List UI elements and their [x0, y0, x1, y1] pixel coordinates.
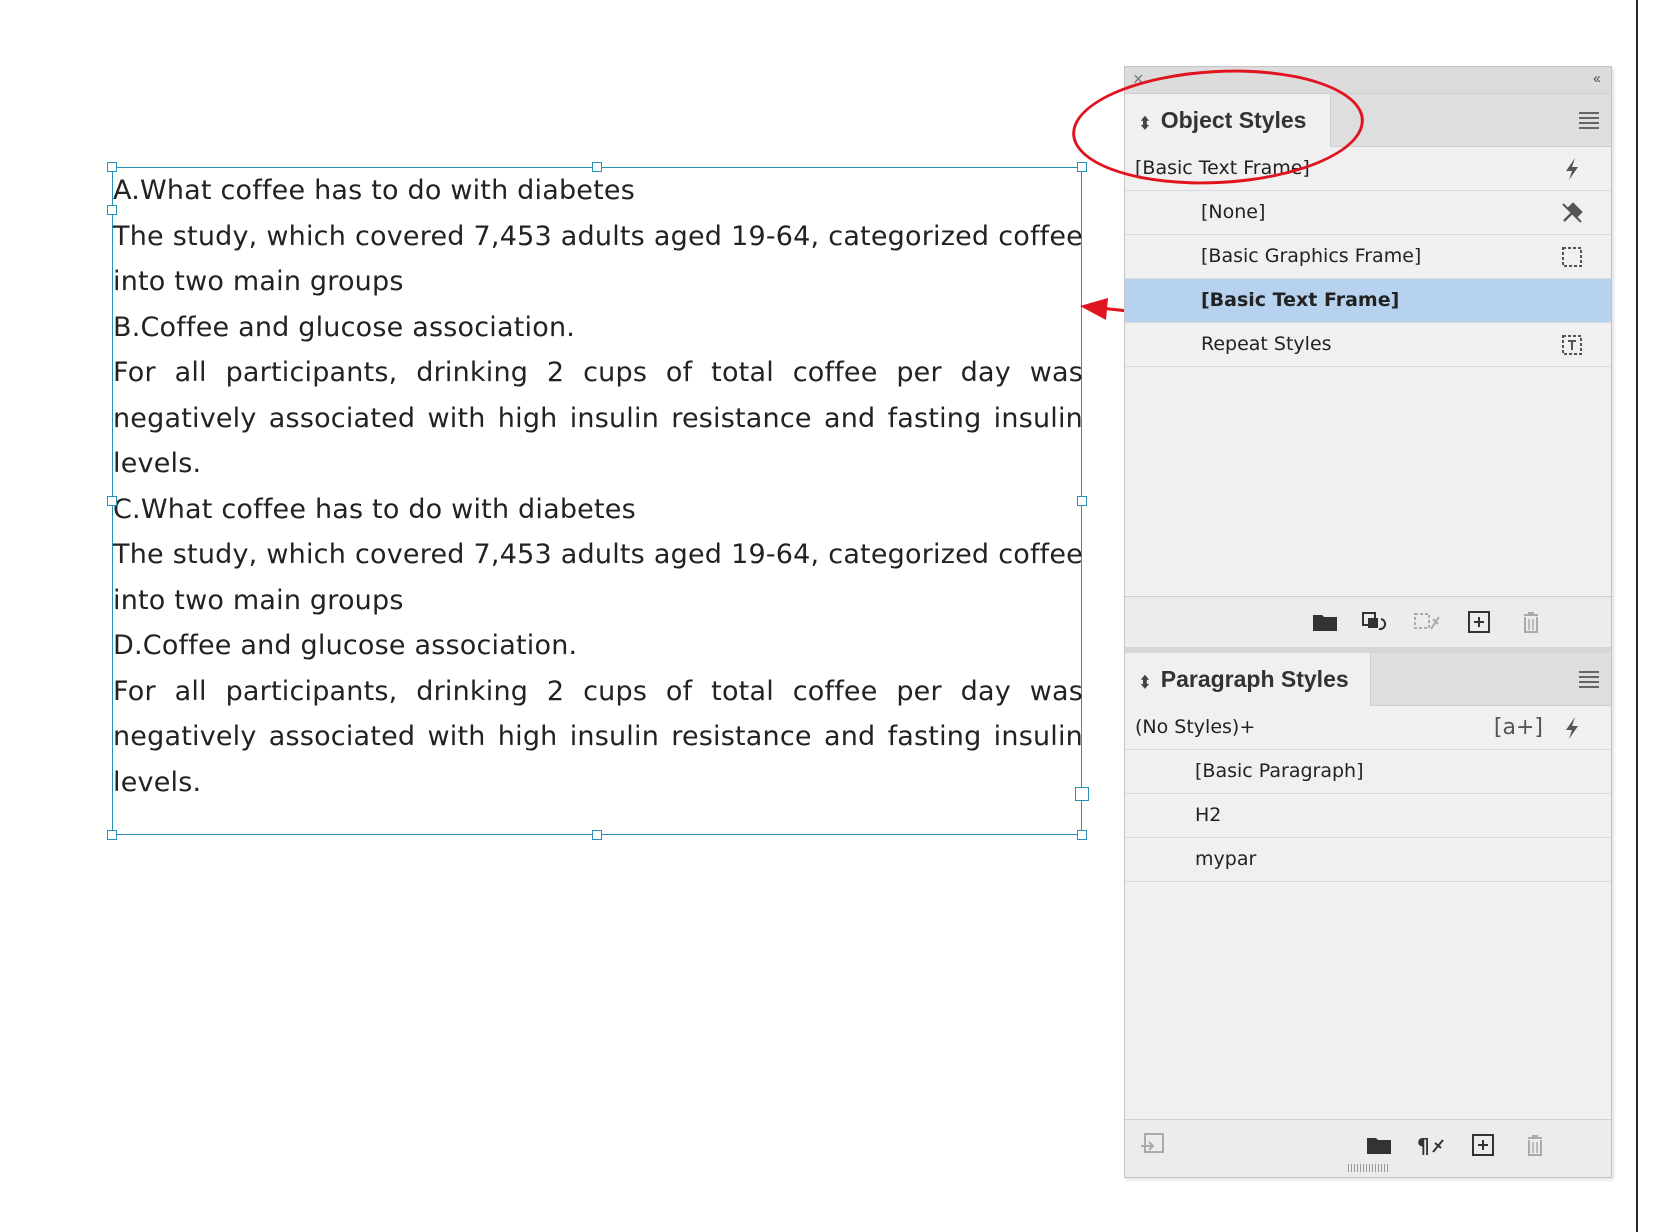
- list-item-label: [Basic Graphics Frame]: [1201, 245, 1422, 267]
- paragraph-d-body: For all participants, drinking 2 cups of…: [113, 675, 1083, 798]
- new-group-folder-icon[interactable]: [1365, 1132, 1393, 1158]
- tab-paragraph-styles[interactable]: ⬍ Paragraph Styles: [1125, 653, 1371, 706]
- new-style-icon[interactable]: [1469, 1132, 1497, 1158]
- clear-overrides-icon[interactable]: [1361, 609, 1389, 635]
- svg-text:¶: ¶: [1417, 1134, 1430, 1158]
- list-item[interactable]: Repeat Styles: [1125, 323, 1611, 367]
- paragraph-a-heading: A.What coffee has to do with diabetes: [113, 175, 635, 206]
- clear-overrides-icon[interactable]: ¶: [1417, 1132, 1445, 1158]
- current-paragraph-style: (No Styles)+: [1135, 716, 1256, 738]
- paragraph-a-body: The study, which covered 7,453 adults ag…: [113, 220, 1083, 298]
- paragraph-c-heading: C.What coffee has to do with diabetes: [113, 493, 636, 525]
- none-style-icon: [1562, 202, 1583, 223]
- list-item-label: mypar: [1195, 848, 1257, 870]
- callout-arrow: [1080, 298, 1129, 320]
- handle-top-middle[interactable]: [592, 162, 602, 172]
- handle-bottom-left[interactable]: [107, 830, 117, 840]
- handle-middle-right[interactable]: [1077, 496, 1087, 506]
- handle-bottom-right[interactable]: [1077, 830, 1087, 840]
- paragraph-c-body: The study, which covered 7,453 adults ag…: [113, 539, 1083, 616]
- text-frame[interactable]: A.What coffee has to do with diabetes Th…: [112, 167, 1083, 835]
- object-styles-list: [Basic Text Frame] [None] [Basic Graphic…: [1125, 147, 1611, 619]
- collapse-icon[interactable]: ‹‹: [1593, 70, 1601, 87]
- panel-menu-icon[interactable]: [1579, 112, 1599, 129]
- text-frame-icon: [1562, 335, 1582, 355]
- delete-style-icon[interactable]: [1517, 609, 1545, 635]
- clear-attributes-icon[interactable]: [1413, 609, 1441, 635]
- list-item-label: [None]: [1201, 201, 1266, 223]
- current-paragraph-style-row: (No Styles)+ [a+]: [1125, 706, 1611, 750]
- graphics-frame-icon: [1562, 247, 1582, 267]
- list-item[interactable]: [Basic Graphics Frame]: [1125, 235, 1611, 279]
- handle-top-right[interactable]: [1077, 162, 1087, 172]
- list-item[interactable]: H2: [1125, 794, 1611, 838]
- paragraph-b-heading: B.Coffee and glucose association.: [113, 311, 576, 343]
- quick-apply-icon[interactable]: [1559, 156, 1585, 182]
- new-style-from-text-icon[interactable]: [a+]: [1494, 706, 1543, 749]
- styles-panel: × ‹‹ ⬍ Object Styles [Basic Text Frame] […: [1124, 66, 1612, 1178]
- quick-apply-icon[interactable]: [1559, 715, 1585, 741]
- frame-text[interactable]: A.What coffee has to do with diabetes Th…: [113, 168, 1083, 805]
- paragraph-styles-list: (No Styles)+ [a+] [Basic Paragraph] H2 m…: [1125, 706, 1611, 1176]
- list-item[interactable]: [Basic Paragraph]: [1125, 750, 1611, 794]
- object-styles-footer: [1125, 596, 1611, 647]
- paragraph-styles-footer: ¶: [1125, 1119, 1611, 1176]
- new-group-folder-icon[interactable]: [1311, 609, 1339, 635]
- tab-paragraph-styles-label: Paragraph Styles: [1160, 666, 1349, 692]
- out-port[interactable]: [1075, 787, 1089, 801]
- tab-chevron-icon: ⬍: [1139, 672, 1151, 692]
- load-styles-icon[interactable]: [1139, 1132, 1167, 1158]
- paragraph-b-body: For all participants, drinking 2 cups of…: [113, 357, 1083, 479]
- list-item[interactable]: [None]: [1125, 191, 1611, 235]
- page-edge: [1636, 0, 1638, 1232]
- handle-middle-left[interactable]: [107, 496, 117, 506]
- delete-style-icon[interactable]: [1521, 1132, 1549, 1158]
- paragraph-d-heading: D.Coffee and glucose association.: [113, 630, 578, 661]
- resize-grip[interactable]: [1348, 1164, 1388, 1172]
- list-item-label: [Basic Text Frame]: [1201, 289, 1400, 311]
- list-item-label: Repeat Styles: [1201, 333, 1332, 355]
- new-style-icon[interactable]: [1465, 609, 1493, 635]
- list-item-selected[interactable]: [Basic Text Frame]: [1125, 279, 1611, 323]
- panel-menu-icon[interactable]: [1579, 671, 1599, 688]
- list-item[interactable]: mypar: [1125, 838, 1611, 882]
- list-item-label: [Basic Paragraph]: [1195, 760, 1364, 782]
- handle-top-left[interactable]: [107, 162, 117, 172]
- list-item-label: H2: [1195, 804, 1222, 826]
- in-port[interactable]: [107, 205, 117, 215]
- handle-bottom-middle[interactable]: [592, 830, 602, 840]
- paragraph-styles-tabbar: ⬍ Paragraph Styles: [1125, 653, 1611, 706]
